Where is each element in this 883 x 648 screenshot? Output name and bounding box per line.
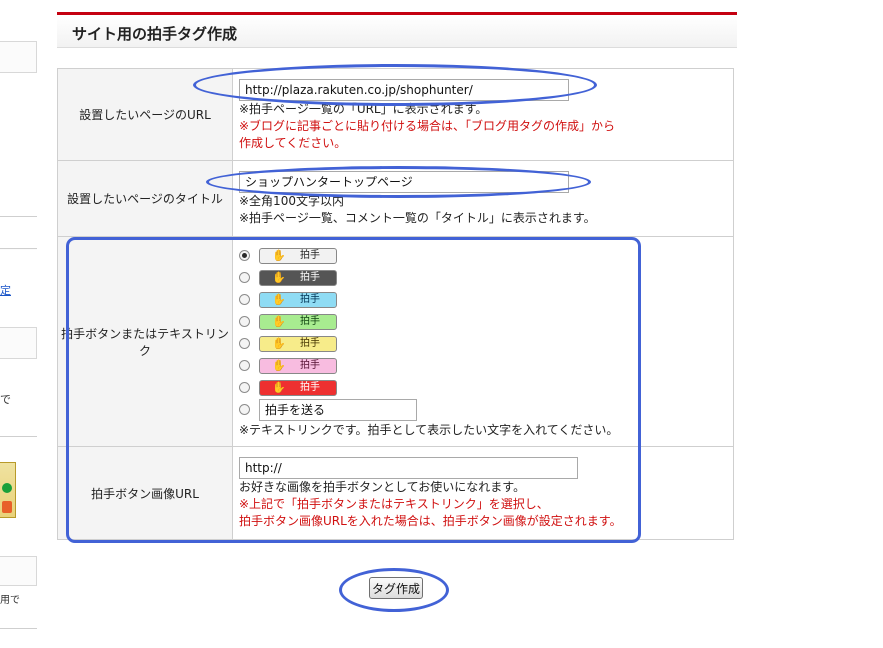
clap-option: ✋ 拍手 <box>239 311 727 333</box>
sidebar-box <box>0 327 37 359</box>
clapping-hand-icon: ✋ <box>272 358 286 372</box>
page-title: サイト用の拍手タグ作成 <box>72 25 238 43</box>
url-label: 設置したいページのURL <box>57 68 233 161</box>
url-cell: ※拍手ページ一覧の「URL」に表示されます。 ※ブログに記事ごとに貼り付ける場合… <box>232 68 734 161</box>
clap-option-radio[interactable] <box>239 272 250 283</box>
clap-option: ✋ 拍手 <box>239 333 727 355</box>
left-sidebar: 定 で 用で <box>0 0 37 648</box>
clap-option: ✋ 拍手 <box>239 289 727 311</box>
clap-button-label: 拍手 <box>300 359 320 371</box>
sidebar-text: 用で <box>0 595 20 606</box>
form-row-button: 拍手ボタンまたはテキストリンク ✋ 拍手 ✋ 拍手 ✋ 拍手 ✋ 拍手 ✋ 拍手 ✋ 拍手 ✋ 拍手 ※テ… <box>57 236 734 447</box>
title-label: 設置したいページのタイトル <box>57 160 233 237</box>
image-url-input[interactable] <box>239 456 578 479</box>
button-type-cell: ✋ 拍手 ✋ 拍手 ✋ 拍手 ✋ 拍手 ✋ 拍手 ✋ 拍手 ✋ 拍手 ※テキストリンクです。拍手として表示… <box>232 236 734 447</box>
clapping-hand-icon: ✋ <box>272 314 286 328</box>
clap-option-radio[interactable] <box>239 316 250 327</box>
clap-button-label: 拍手 <box>300 293 320 305</box>
sidebar-divider <box>0 436 37 437</box>
clap-button-preview: ✋ 拍手 <box>259 335 337 352</box>
url-red-note-1: ※ブログに記事ごとに貼り付ける場合は、「ブログ用タグの作成」から <box>239 119 616 133</box>
clapping-hand-icon: ✋ <box>272 248 286 262</box>
title-cell: ※全角100文字以内 ※拍手ページ一覧、コメント一覧の「タイトル」に表示されます… <box>232 160 734 237</box>
clapping-hand-icon: ✋ <box>272 336 286 350</box>
image-url-note: お好きな画像を拍手ボタンとしてお使いになれます。 <box>239 479 526 494</box>
sidebar-text: で <box>0 393 11 406</box>
sidebar-link[interactable]: 定 <box>0 282 11 298</box>
clap-option-radio[interactable] <box>239 360 250 371</box>
text-link-input[interactable] <box>259 398 417 421</box>
tag-form: 設置したいページのURL ※拍手ページ一覧の「URL」に表示されます。 ※ブログ… <box>57 68 734 540</box>
clap-button-preview: ✋ 拍手 <box>259 357 337 374</box>
image-url-red-note-1: ※上記で「拍手ボタンまたはテキストリンク」を選択し、 <box>239 496 549 511</box>
clap-option-radio[interactable] <box>239 250 250 261</box>
text-link-note: ※テキストリンクです。拍手として表示したい文字を入れてください。 <box>239 422 619 437</box>
clap-option: ✋ 拍手 <box>239 245 727 267</box>
url-input[interactable] <box>239 79 569 101</box>
page-header: サイト用の拍手タグ作成 <box>57 12 737 48</box>
text-link-radio[interactable] <box>239 404 250 415</box>
image-url-red-note-2: 拍手ボタン画像URLを入れた場合は、拍手ボタン画像が設定されます。 <box>239 513 622 528</box>
sidebar-box <box>0 41 37 73</box>
clap-option: ✋ 拍手 <box>239 267 727 289</box>
image-url-label: 拍手ボタン画像URL <box>57 446 233 540</box>
sidebar-banner-image[interactable] <box>0 462 16 518</box>
sidebar-box <box>0 556 37 586</box>
url-red-note-2: 作成してください。 <box>239 136 347 150</box>
clap-button-label: 拍手 <box>300 271 320 283</box>
form-row-url: 設置したいページのURL ※拍手ページ一覧の「URL」に表示されます。 ※ブログ… <box>57 68 734 161</box>
clap-button-preview: ✋ 拍手 <box>259 313 337 330</box>
clap-option: ✋ 拍手 <box>239 355 727 377</box>
clap-button-preview: ✋ 拍手 <box>259 379 337 396</box>
clap-options: ✋ 拍手 ✋ 拍手 ✋ 拍手 ✋ 拍手 ✋ 拍手 ✋ 拍手 ✋ 拍手 <box>239 245 727 399</box>
clap-button-label: 拍手 <box>300 337 320 349</box>
play-icon <box>2 483 12 493</box>
clap-option-radio[interactable] <box>239 382 250 393</box>
title-note-1: ※全角100文字以内 <box>239 193 344 208</box>
clap-button-label: 拍手 <box>300 249 320 261</box>
sidebar-divider <box>0 248 37 250</box>
clap-option: ✋ 拍手 <box>239 377 727 399</box>
clap-button-label: 拍手 <box>300 315 320 327</box>
clapping-hand-icon: ✋ <box>272 380 286 394</box>
title-input[interactable] <box>239 170 569 193</box>
clap-button-label: 拍手 <box>300 381 320 393</box>
sidebar-divider <box>0 628 37 629</box>
clapping-hand-icon: ✋ <box>272 270 286 284</box>
button-type-label: 拍手ボタンまたはテキストリンク <box>57 236 233 447</box>
url-note: ※拍手ページ一覧の「URL」に表示されます。 <box>239 102 488 116</box>
clap-button-preview: ✋ 拍手 <box>259 269 337 286</box>
clap-option-radio[interactable] <box>239 294 250 305</box>
text-link-option <box>239 398 727 421</box>
sidebar-divider <box>0 216 37 217</box>
form-row-title: 設置したいページのタイトル ※全角100文字以内 ※拍手ページ一覧、コメント一覧… <box>57 160 734 237</box>
clap-button-preview: ✋ 拍手 <box>259 291 337 308</box>
image-url-cell: お好きな画像を拍手ボタンとしてお使いになれます。 ※上記で「拍手ボタンまたはテキ… <box>232 446 734 540</box>
clapping-hand-icon: ✋ <box>272 292 286 306</box>
form-row-image: 拍手ボタン画像URL お好きな画像を拍手ボタンとしてお使いになれます。 ※上記で… <box>57 446 734 540</box>
create-tag-button[interactable]: タグ作成 <box>369 577 423 599</box>
clap-button-preview: ✋ 拍手 <box>259 247 337 264</box>
clap-option-radio[interactable] <box>239 338 250 349</box>
badge-icon <box>2 501 12 513</box>
title-note-2: ※拍手ページ一覧、コメント一覧の「タイトル」に表示されます。 <box>239 210 596 225</box>
